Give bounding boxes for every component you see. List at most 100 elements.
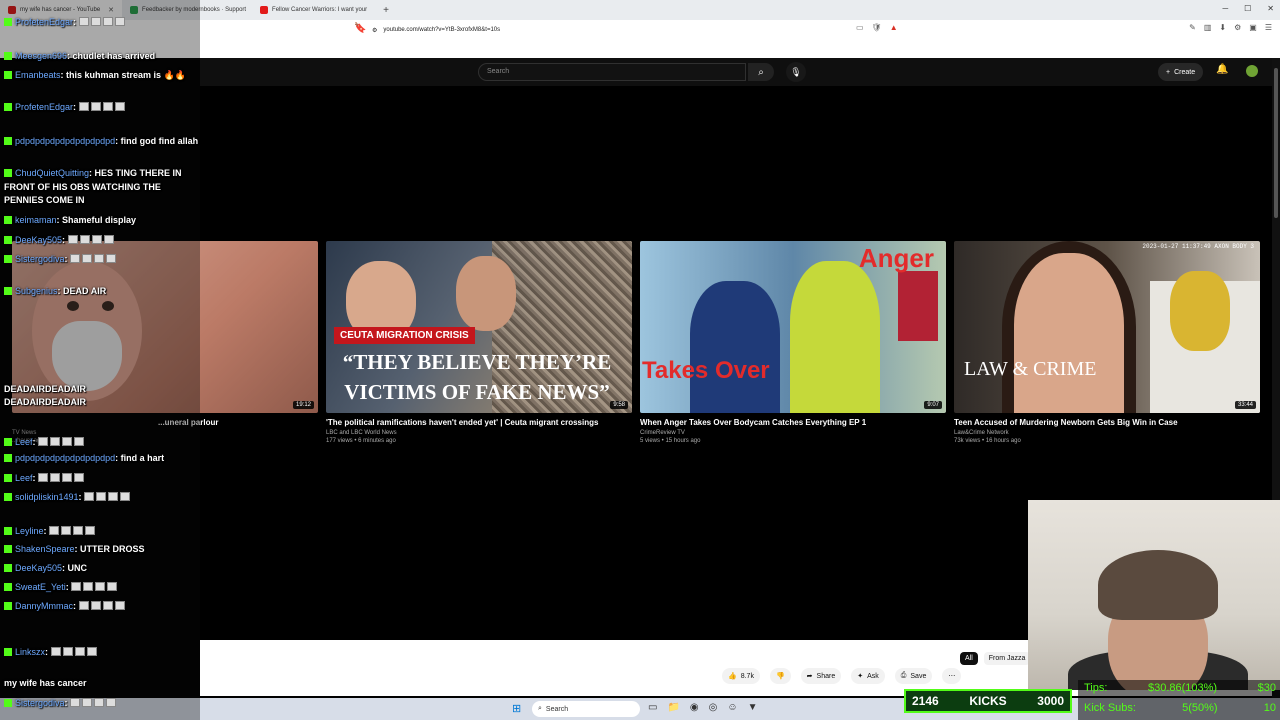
chat-username[interactable]: DeeKay505 — [15, 235, 62, 245]
share-button[interactable]: ➦ Share — [800, 668, 842, 684]
kick-badge-icon — [4, 648, 12, 656]
close-window-icon[interactable]: ✕ — [1267, 4, 1274, 13]
chat-username[interactable]: ProfetenEdgar — [15, 102, 73, 112]
chat-text: UTTER DROSS — [80, 544, 145, 554]
search-button[interactable]: ⌕ — [748, 63, 774, 81]
chat-username[interactable]: Leyline — [15, 526, 44, 536]
windows-start-icon[interactable]: ⊞ — [512, 702, 521, 715]
chat-text: this kuhman stream is 🔥🔥 — [66, 70, 186, 80]
chat-emote-icon — [106, 698, 117, 707]
chat-username[interactable]: ShakenSpeare — [15, 544, 75, 554]
chip-from-channel[interactable]: From Jazza — [983, 652, 1031, 665]
chat-emote-icon — [94, 254, 105, 263]
video-channel[interactable]: CrimeReview TV — [640, 430, 946, 436]
chat-emote-icon — [107, 582, 118, 591]
video-thumbnail[interactable]: CEUTA MIGRATION CRISIS “THEY BELIEVE THE… — [326, 241, 632, 413]
kick-badge-icon — [4, 493, 12, 501]
task-view-icon[interactable]: ▭ — [648, 702, 657, 713]
bookmark-icon[interactable]: 🔖 — [354, 23, 366, 34]
chat-username[interactable]: Linkszx — [15, 647, 45, 657]
video-title[interactable]: When Anger Takes Over Bodycam Catches Ev… — [640, 418, 946, 427]
video-thumbnail[interactable]: LAW & CRIME 2023-01-27 11:37:49 AXON BOD… — [954, 241, 1260, 413]
chat-username[interactable]: Subgenius — [15, 286, 58, 296]
kick-badge-icon — [4, 169, 12, 177]
cast-icon[interactable]: ▭ — [856, 23, 864, 32]
search-input[interactable]: Search — [478, 63, 746, 81]
thumbnail-person — [456, 256, 516, 331]
chat-text: DEADAIRDEADAIR — [4, 397, 87, 407]
chat-emote-icon — [90, 102, 101, 111]
share-label: Share — [816, 672, 836, 680]
bookmark-icon: ⎙ — [900, 672, 907, 679]
screen: my wife has cancer - YouTube ✕ Feedbacke… — [0, 0, 1280, 720]
more-actions-button[interactable]: ⋯ — [942, 668, 962, 684]
obs-icon[interactable]: ◉ — [690, 702, 699, 713]
chat-username[interactable]: Emanbeats — [15, 70, 61, 80]
video-card[interactable]: CEUTA MIGRATION CRISIS “THEY BELIEVE THE… — [326, 241, 632, 444]
browser-icon[interactable]: ◎ — [709, 702, 718, 713]
chat-emote-icon — [82, 698, 93, 707]
youtube-favicon-icon — [260, 6, 269, 14]
tab-fellow-cancer[interactable]: Fellow Cancer Warriors: I want your — [252, 0, 375, 20]
create-button[interactable]: + Create — [1158, 63, 1204, 81]
chip-all[interactable]: All — [960, 652, 978, 665]
chat-username[interactable]: Sistergodiva — [15, 698, 65, 708]
warning-icon[interactable]: ▲ — [890, 23, 898, 32]
discord-icon[interactable]: ☺ — [727, 702, 737, 713]
chat-username[interactable]: Leef — [15, 473, 33, 483]
chat-username[interactable]: Sistergodiva — [15, 254, 65, 264]
video-card[interactable]: LAW & CRIME 2023-01-27 11:37:49 AXON BOD… — [954, 241, 1260, 444]
video-channel[interactable]: Law&Crime Network — [954, 430, 1260, 436]
like-button[interactable]: 👍 8.7k — [722, 668, 760, 684]
chat-emote-icon — [114, 601, 125, 610]
notifications-bell-icon[interactable]: 🔔 — [1216, 64, 1228, 75]
kick-badge-icon — [4, 454, 12, 462]
video-title[interactable]: 'The political ramifications haven't end… — [326, 418, 632, 427]
scrollbar-thumb[interactable] — [1274, 68, 1278, 218]
minimize-icon[interactable]: ─ — [1222, 4, 1228, 13]
chat-username[interactable]: Meesgen696 — [15, 51, 67, 61]
file-explorer-icon[interactable]: 📁 — [667, 702, 679, 713]
chat-username[interactable]: DeeKay505 — [15, 563, 62, 573]
taskbar-search[interactable]: ⌕ Search — [532, 701, 640, 717]
site-info-icon[interactable]: ⚙ — [372, 27, 377, 34]
new-tab-icon[interactable]: + — [375, 5, 397, 16]
downloads-icon[interactable]: ⬇ — [1219, 23, 1226, 32]
video-title[interactable]: Teen Accused of Murdering Newborn Gets B… — [954, 418, 1260, 427]
browser-toolbar: ✎ ▥ ⬇ ⚙ ▣ ☰ — [1189, 23, 1272, 32]
chat-username[interactable]: pdpdpdpdpdpdpdpdpdpd — [15, 136, 115, 146]
save-button[interactable]: ⎙ Save — [894, 668, 933, 684]
wallet-icon[interactable]: ▣ — [1249, 23, 1257, 32]
chat-emote-icon — [96, 492, 107, 501]
video-thumbnail[interactable]: Anger Takes Over 9:07 — [640, 241, 946, 413]
chat-emote-icon — [73, 526, 84, 535]
brave-icon[interactable]: ▼ — [748, 702, 758, 713]
settings-icon[interactable]: ⚙ — [1234, 23, 1241, 32]
sidebar-icon[interactable]: ▥ — [1204, 23, 1212, 32]
chat-text: DEAD AIR — [63, 286, 107, 296]
extensions-icon[interactable]: ✎ — [1189, 23, 1196, 32]
video-channel[interactable]: LBC and LBC World News — [326, 430, 632, 436]
maximize-icon[interactable]: ☐ — [1244, 4, 1251, 13]
ask-button[interactable]: ✦ Ask — [851, 668, 885, 684]
chat-username[interactable]: DannyMmmac — [15, 601, 73, 611]
chat-username[interactable]: ChudQuietQuitting — [15, 168, 89, 178]
dislike-button[interactable]: 👎 — [769, 668, 791, 684]
menu-icon[interactable]: ☰ — [1265, 23, 1272, 32]
chat-username[interactable]: ProfetenEdgar — [15, 17, 73, 27]
chat-username[interactable]: keimaman — [15, 215, 57, 225]
chat-message: pdpdpdpdpdpdpdpdpdpd: find god find alla… — [4, 135, 200, 149]
shield-icon[interactable]: 🛡 — [872, 23, 882, 32]
chat-emote-icon — [120, 492, 131, 501]
voice-search-button[interactable]: 🎙 — [786, 62, 806, 82]
avatar[interactable] — [1246, 65, 1258, 77]
chat-text: DEADAIRDEADAIR — [4, 384, 87, 394]
chat-username[interactable]: SweatE_Yeti — [15, 582, 66, 592]
url-field[interactable]: ⚙ youtube.com/watch?v=YtB-3xrofxM8&t=10s — [372, 23, 872, 37]
chat-username[interactable]: solidpliskin1491 — [15, 492, 79, 502]
video-duration: 33:44 — [1234, 401, 1256, 409]
chat-username[interactable]: pdpdpdpdpdpdpdpdpdpd — [15, 453, 115, 463]
chat-username[interactable]: Leef — [15, 437, 33, 447]
ask-label: Ask — [867, 672, 879, 680]
video-card[interactable]: Anger Takes Over 9:07 When Anger Takes O… — [640, 241, 946, 444]
